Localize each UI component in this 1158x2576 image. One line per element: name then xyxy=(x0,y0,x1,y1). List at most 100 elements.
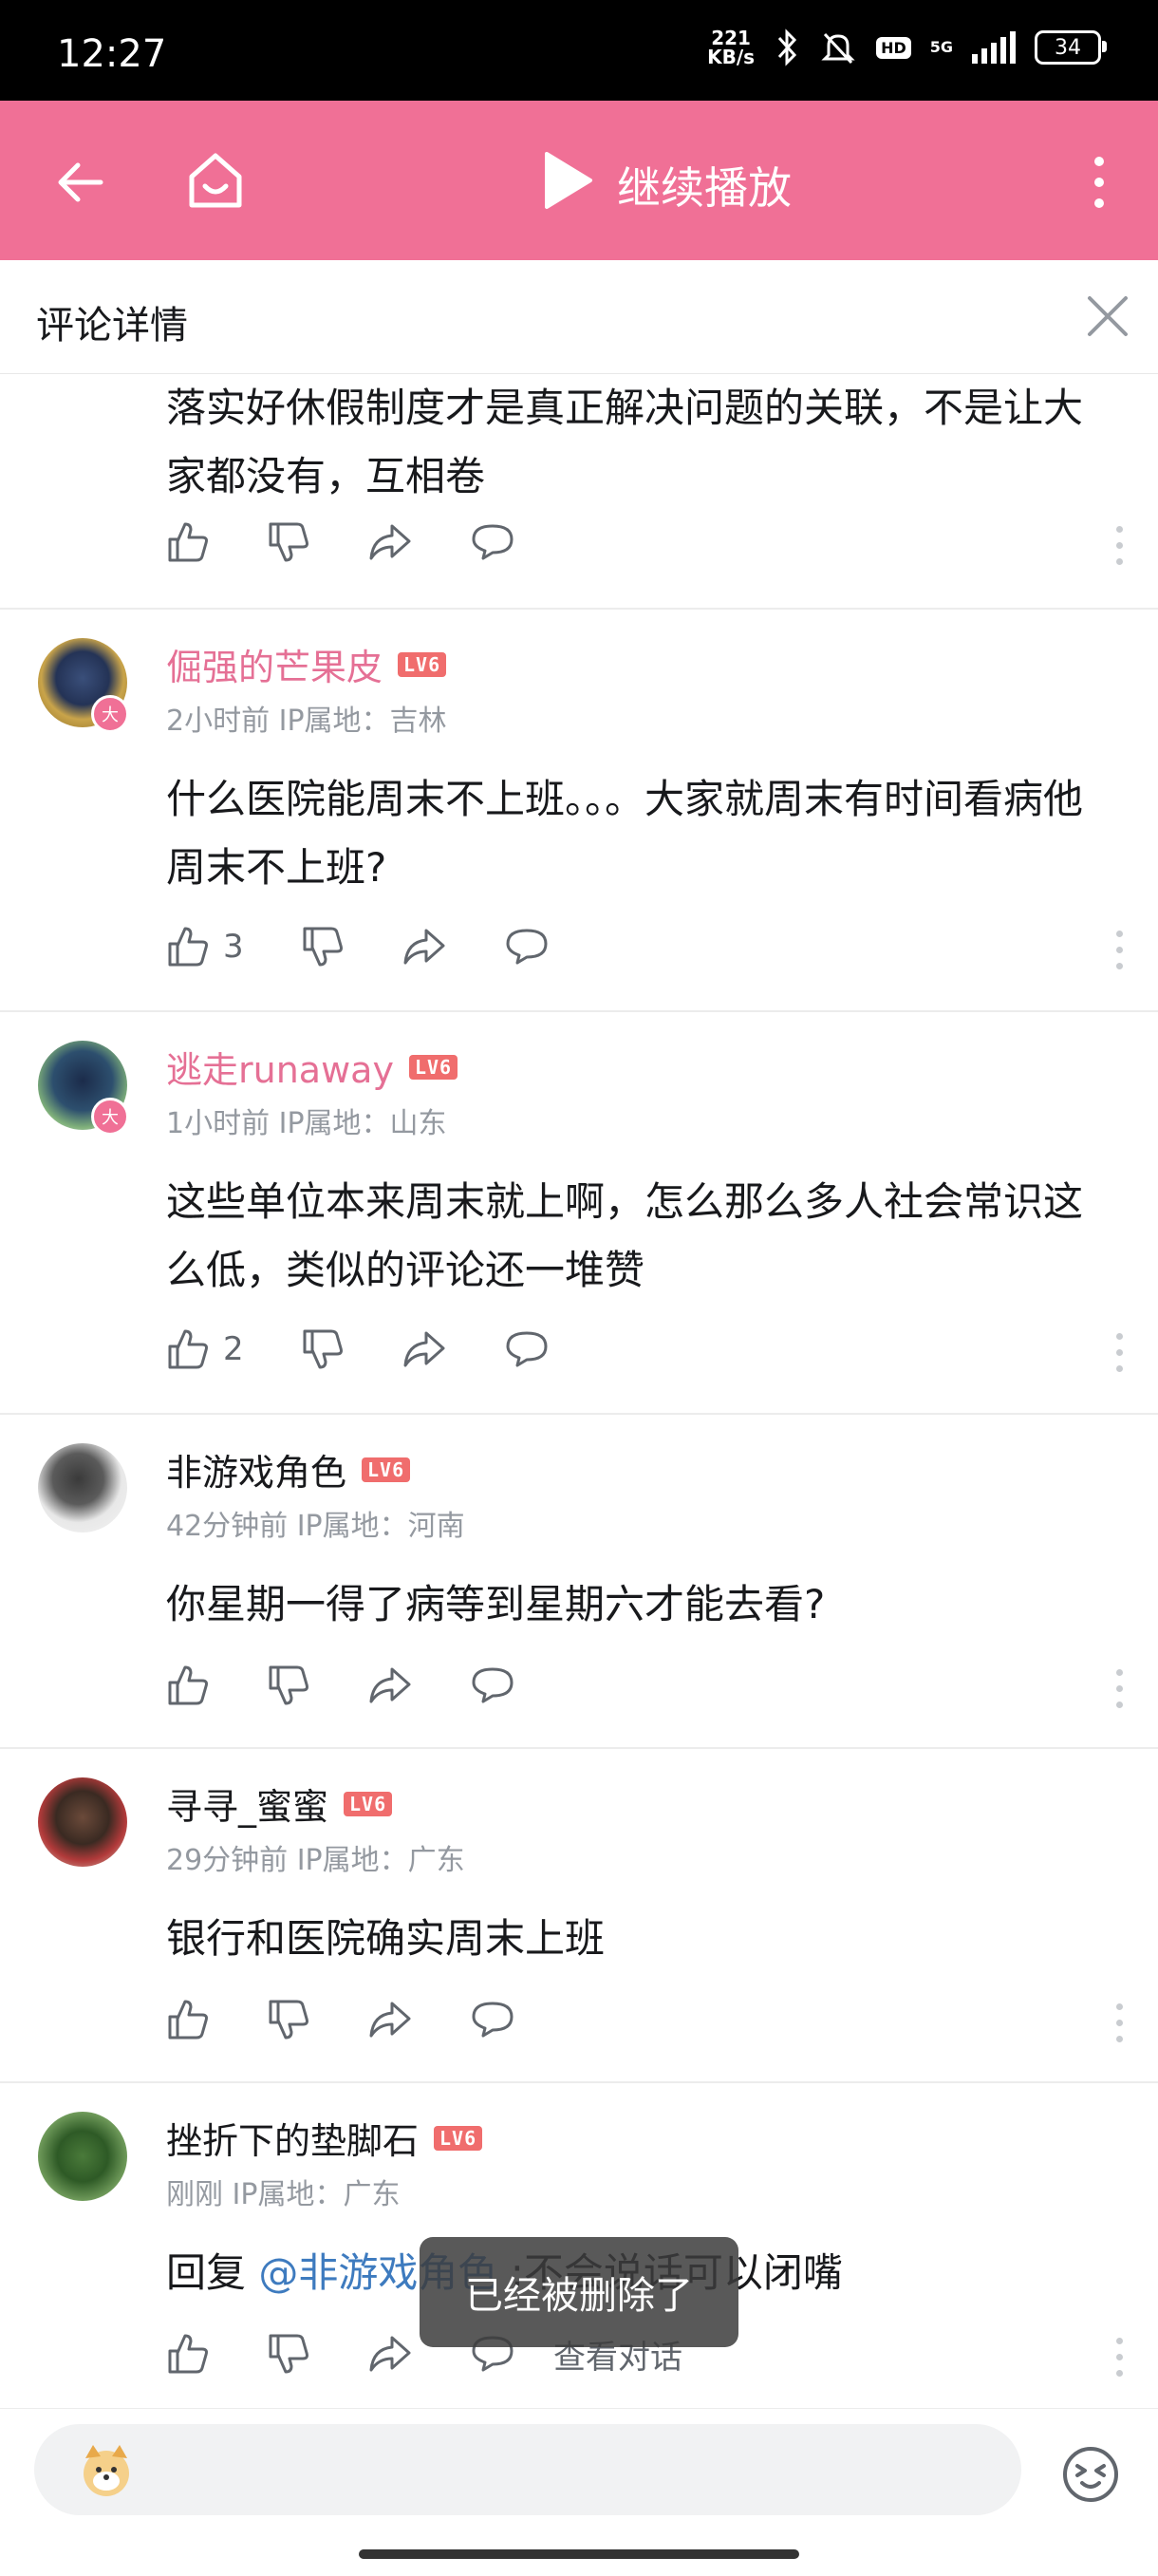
mute-bell-icon xyxy=(821,32,855,65)
share-button[interactable] xyxy=(402,925,447,968)
share-icon xyxy=(369,2336,411,2372)
like-button[interactable] xyxy=(166,1664,210,1707)
avatar[interactable] xyxy=(38,1777,127,1867)
network-type: 5G xyxy=(929,38,953,56)
share-button[interactable] xyxy=(402,1327,447,1371)
net-speed-value: 221 xyxy=(711,27,751,49)
username-text: 寻寻_蜜蜜 xyxy=(166,1786,329,1828)
username-text: 倔强的芒果皮 xyxy=(166,647,383,688)
thumbs-down-icon xyxy=(269,2334,308,2374)
level-badge: LV6 xyxy=(398,651,447,677)
username[interactable]: 逃走runaway LV6 xyxy=(166,1041,458,1093)
net-speed-unit: KB/s xyxy=(707,46,756,68)
comment-list: 落实好休假制度才是真正解决问题的关联，不是让大家都没有，互相卷 大 倔强的芒果皮… xyxy=(0,374,1158,2417)
dislike-button[interactable] xyxy=(301,1327,345,1371)
continue-play-button[interactable]: 继续播放 xyxy=(617,154,792,216)
reply-button[interactable] xyxy=(504,1327,550,1371)
home-icon[interactable] xyxy=(182,148,249,215)
battery-level: 34 xyxy=(1055,35,1081,60)
dislike-button[interactable] xyxy=(267,1664,310,1707)
comment-item: 大 逃走runaway LV6 1小时前 IP属地：山东 这些单位本来周末就上啊，… xyxy=(0,1012,1158,1415)
thumbs-up-icon xyxy=(168,2334,208,2374)
share-icon xyxy=(369,2002,411,2038)
level-badge: LV6 xyxy=(344,1791,393,1816)
comment-text: 落实好休假制度才是真正解决问题的关联，不是让大家都没有，互相卷 xyxy=(166,385,1084,499)
back-arrow-icon[interactable] xyxy=(53,156,106,209)
like-button[interactable] xyxy=(166,520,210,564)
comment-input[interactable] xyxy=(34,2424,1021,2515)
dislike-button[interactable] xyxy=(267,520,310,564)
comment-text: 你星期一得了病等到星期六才能去看? xyxy=(166,1581,826,1627)
more-options-icon[interactable] xyxy=(1114,1669,1124,1711)
username[interactable]: 挫折下的垫脚石 LV6 xyxy=(166,2112,483,2164)
share-button[interactable] xyxy=(367,2332,413,2376)
level-badge: LV6 xyxy=(362,1457,411,1482)
level-badge: LV6 xyxy=(408,1054,458,1080)
like-count: 2 xyxy=(223,1330,244,1368)
like-button[interactable] xyxy=(166,1998,210,2041)
more-options-icon[interactable] xyxy=(1114,931,1124,972)
comment-text: 什么医院能周末不上班。。。大家就周末有时间看病他周末不上班? xyxy=(166,776,1084,891)
dislike-button[interactable] xyxy=(267,1998,310,2041)
comment-detail-header: 评论详情 xyxy=(0,260,1158,374)
like-button[interactable]: 2 xyxy=(166,1327,244,1371)
dislike-button[interactable] xyxy=(301,925,345,968)
thumbs-up-icon xyxy=(168,1665,208,1705)
comment-item: 落实好休假制度才是真正解决问题的关联，不是让大家都没有，互相卷 xyxy=(0,374,1158,610)
avatar[interactable] xyxy=(38,1443,127,1532)
status-icons: 221 KB/s HD 5G 34 xyxy=(707,28,1107,66)
share-button[interactable] xyxy=(367,1664,413,1707)
thumbs-up-icon xyxy=(168,522,208,562)
reply-button[interactable] xyxy=(470,520,515,564)
home-indicator[interactable] xyxy=(359,2549,799,2559)
net-speed: 221 KB/s xyxy=(707,28,755,66)
emoji-icon[interactable] xyxy=(1061,2445,1120,2504)
share-button[interactable] xyxy=(367,1998,413,2041)
comment-bubble-icon xyxy=(472,2002,514,2038)
share-icon xyxy=(369,524,411,560)
comment-input-bar xyxy=(0,2408,1158,2576)
reply-button[interactable] xyxy=(470,1664,515,1707)
username[interactable]: 非游戏角色 LV6 xyxy=(166,1443,411,1495)
bluetooth-icon xyxy=(777,28,797,66)
comment-bubble-icon xyxy=(472,1667,514,1703)
comment-item: 非游戏角色 LV6 42分钟前 IP属地：河南 你星期一得了病等到星期六才能去看? xyxy=(0,1415,1158,1749)
comment-actions: 3 xyxy=(166,923,607,970)
more-options-icon[interactable] xyxy=(1114,2338,1124,2379)
share-icon xyxy=(403,1331,445,1367)
more-menu-icon[interactable] xyxy=(1092,154,1107,211)
comment-bubble-icon xyxy=(472,524,514,560)
username[interactable]: 寻寻_蜜蜜 LV6 xyxy=(166,1777,393,1830)
reply-button[interactable] xyxy=(504,925,550,968)
share-button[interactable] xyxy=(367,520,413,564)
comment-item: 寻寻_蜜蜜 LV6 29分钟前 IP属地：广东 银行和医院确实周末上班 xyxy=(0,1749,1158,2083)
status-bar: 12:27 221 KB/s HD 5G 34 xyxy=(0,0,1158,101)
thumbs-down-icon xyxy=(303,927,343,967)
comment-bubble-icon xyxy=(506,1331,548,1367)
comment-text: 这些单位本来周末就上啊，怎么那么多人社会常识这么低，类似的评论还一堆赞 xyxy=(166,1178,1084,1293)
like-button[interactable]: 3 xyxy=(166,925,244,968)
share-icon xyxy=(369,1667,411,1703)
panel-title: 评论详情 xyxy=(36,304,188,348)
play-icon[interactable] xyxy=(541,150,594,211)
comment-item: 大 倔强的芒果皮 LV6 2小时前 IP属地：吉林 什么医院能周末不上班。。。大家… xyxy=(0,610,1158,1012)
status-time: 12:27 xyxy=(57,32,167,76)
more-options-icon[interactable] xyxy=(1114,526,1124,568)
reply-button[interactable] xyxy=(470,1998,515,2041)
like-button[interactable] xyxy=(166,2332,210,2376)
thumbs-down-icon xyxy=(269,522,308,562)
comment-actions xyxy=(166,1662,572,1709)
dislike-button[interactable] xyxy=(267,2332,310,2376)
more-options-icon[interactable] xyxy=(1114,2003,1124,2045)
thumbs-down-icon xyxy=(269,1665,308,1705)
comment-bubble-icon xyxy=(506,929,548,965)
avatar[interactable] xyxy=(38,2112,127,2201)
reply-prefix: 回复 xyxy=(166,2249,259,2296)
close-icon[interactable] xyxy=(1084,292,1131,340)
thumbs-up-icon xyxy=(168,1329,208,1369)
more-options-icon[interactable] xyxy=(1114,1333,1124,1375)
level-badge: LV6 xyxy=(434,2125,483,2151)
comment-text: 银行和医院确实周末上班 xyxy=(166,1915,606,1962)
username[interactable]: 倔强的芒果皮 LV6 xyxy=(166,638,447,690)
username-text: 逃走runaway xyxy=(166,1049,394,1091)
